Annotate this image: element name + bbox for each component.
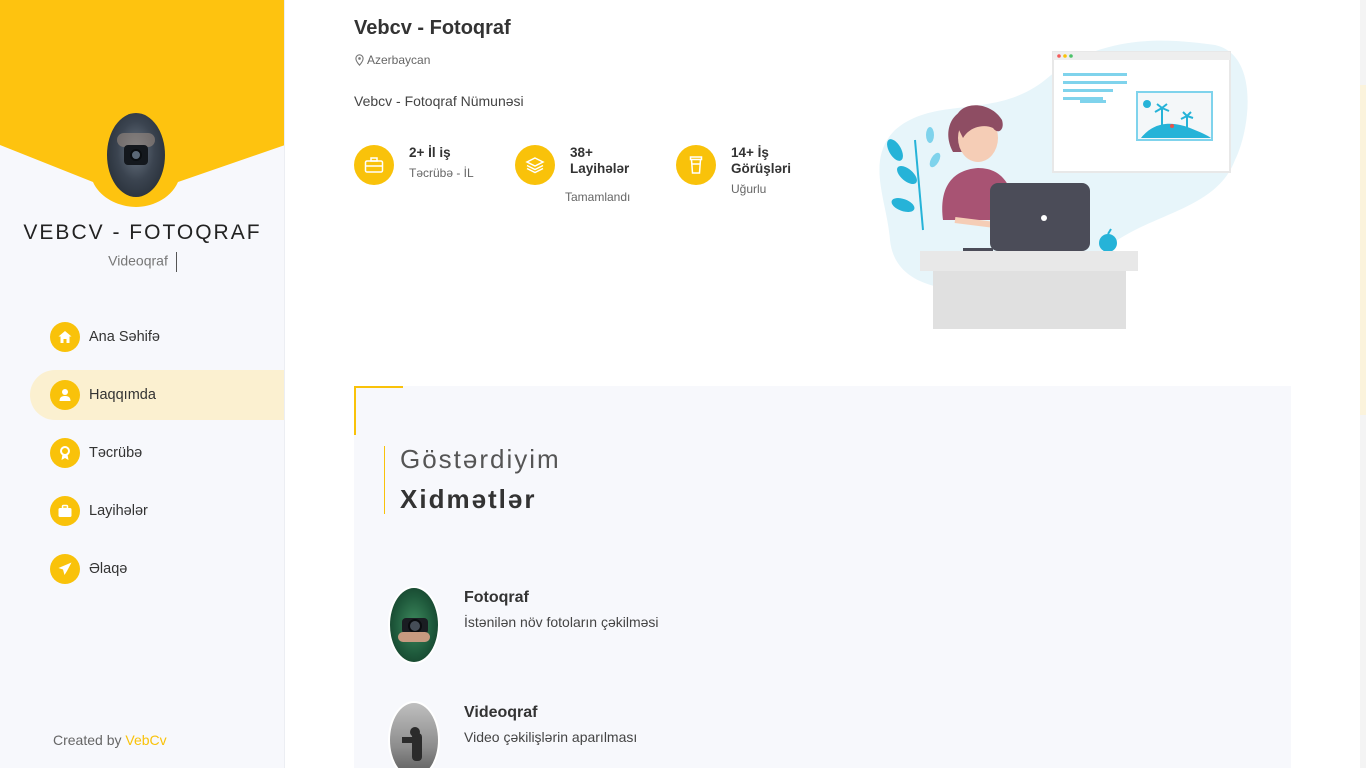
- location: Azerbaycan: [354, 53, 430, 67]
- section-title-bar: [384, 446, 385, 514]
- page-scrollbar[interactable]: [1360, 0, 1366, 768]
- hero-illustration: [879, 40, 1248, 329]
- nav-item-contact[interactable]: Əlaqə: [30, 544, 284, 594]
- user-icon: [50, 380, 80, 410]
- service-name: Videoqraf: [464, 704, 538, 721]
- hero-description: Vebcv - Fotoqraf Nümunəsi: [354, 93, 524, 109]
- cup-icon: [676, 145, 716, 185]
- nav-label: Ana Səhifə: [89, 329, 160, 345]
- stat-interviews: 14+ İş Görüşləri Uğurlu: [676, 145, 811, 197]
- sidebar-nav: Ana Səhifə Haqqımda Təcrübə Layihələr Əl…: [30, 312, 284, 602]
- nav-item-experience[interactable]: Təcrübə: [30, 428, 284, 478]
- stat-caption: Tamamlandı: [565, 190, 631, 204]
- briefcase-icon: [50, 496, 80, 526]
- service-description: İstənilən növ fotoların çəkilməsi: [464, 614, 659, 630]
- site-subtitle: Videoqraf: [0, 252, 284, 272]
- award-icon: [50, 438, 80, 468]
- nav-label: Haqqımda: [89, 387, 156, 403]
- home-icon: [50, 322, 80, 352]
- section-pretitle: Göstərdiyim: [400, 444, 561, 474]
- corner-accent: [354, 386, 356, 435]
- stat-number: 2+ İl iş: [409, 145, 451, 160]
- map-pin-icon: [355, 54, 364, 66]
- stat-caption: Təcrübə - İL: [409, 166, 474, 180]
- service-name: Fotoqraf: [464, 589, 529, 606]
- service-image-photographer: [388, 586, 440, 664]
- footer-brand-link[interactable]: VebCv: [125, 732, 166, 748]
- nav-label: Təcrübə: [89, 445, 143, 461]
- avatar: [107, 113, 165, 197]
- stat-number: 38+ Layihələr: [570, 145, 630, 176]
- page-title: Vebcv - Fotoqraf: [354, 17, 511, 39]
- stat-experience: 2+ İl iş Təcrübə - İL: [354, 145, 474, 185]
- services-section: Göstərdiyim Xidmətlər Fotoqraf İstənilən…: [354, 386, 1291, 768]
- sidebar: VEBCV - FOTOQRAF Videoqraf Ana Səhifə Ha…: [0, 0, 285, 768]
- nav-item-home[interactable]: Ana Səhifə: [30, 312, 284, 362]
- stat-projects: 38+ Layihələr Tamamlandı: [515, 145, 640, 205]
- typing-caret: [175, 252, 177, 272]
- section-title: Xidmətlər: [400, 484, 537, 514]
- service-image-videographer: [388, 701, 440, 768]
- nav-label: Əlaqə: [89, 561, 128, 577]
- corner-accent: [354, 386, 403, 388]
- location-text: Azerbaycan: [367, 53, 431, 67]
- service-description: Video çəkilişlərin aparılması: [464, 729, 638, 745]
- nav-item-about[interactable]: Haqqımda: [30, 370, 284, 420]
- footer-credit: Created by VebCv: [53, 732, 167, 748]
- stat-number: 14+ İş Görüşləri: [731, 145, 792, 176]
- scrollbar-thumb[interactable]: [1360, 85, 1366, 415]
- stat-caption: Uğurlu: [731, 182, 767, 196]
- send-icon: [50, 554, 80, 584]
- layers-icon: [515, 145, 555, 185]
- service-item-videographer: Videoqraf Video çəkilişlərin aparılması: [388, 701, 637, 768]
- service-item-photographer: Fotoqraf İstənilən növ fotoların çəkilmə…: [388, 586, 659, 664]
- main-content: Vebcv - Fotoqraf Azerbaycan Vebcv - Foto…: [285, 0, 1366, 768]
- briefcase-icon: [354, 145, 394, 185]
- nav-label: Layihələr: [89, 503, 148, 519]
- nav-item-projects[interactable]: Layihələr: [30, 486, 284, 536]
- typed-subtitle: Videoqraf: [108, 252, 168, 269]
- footer-prefix: Created by: [53, 732, 122, 748]
- site-title: VEBCV - FOTOQRAF: [23, 221, 262, 244]
